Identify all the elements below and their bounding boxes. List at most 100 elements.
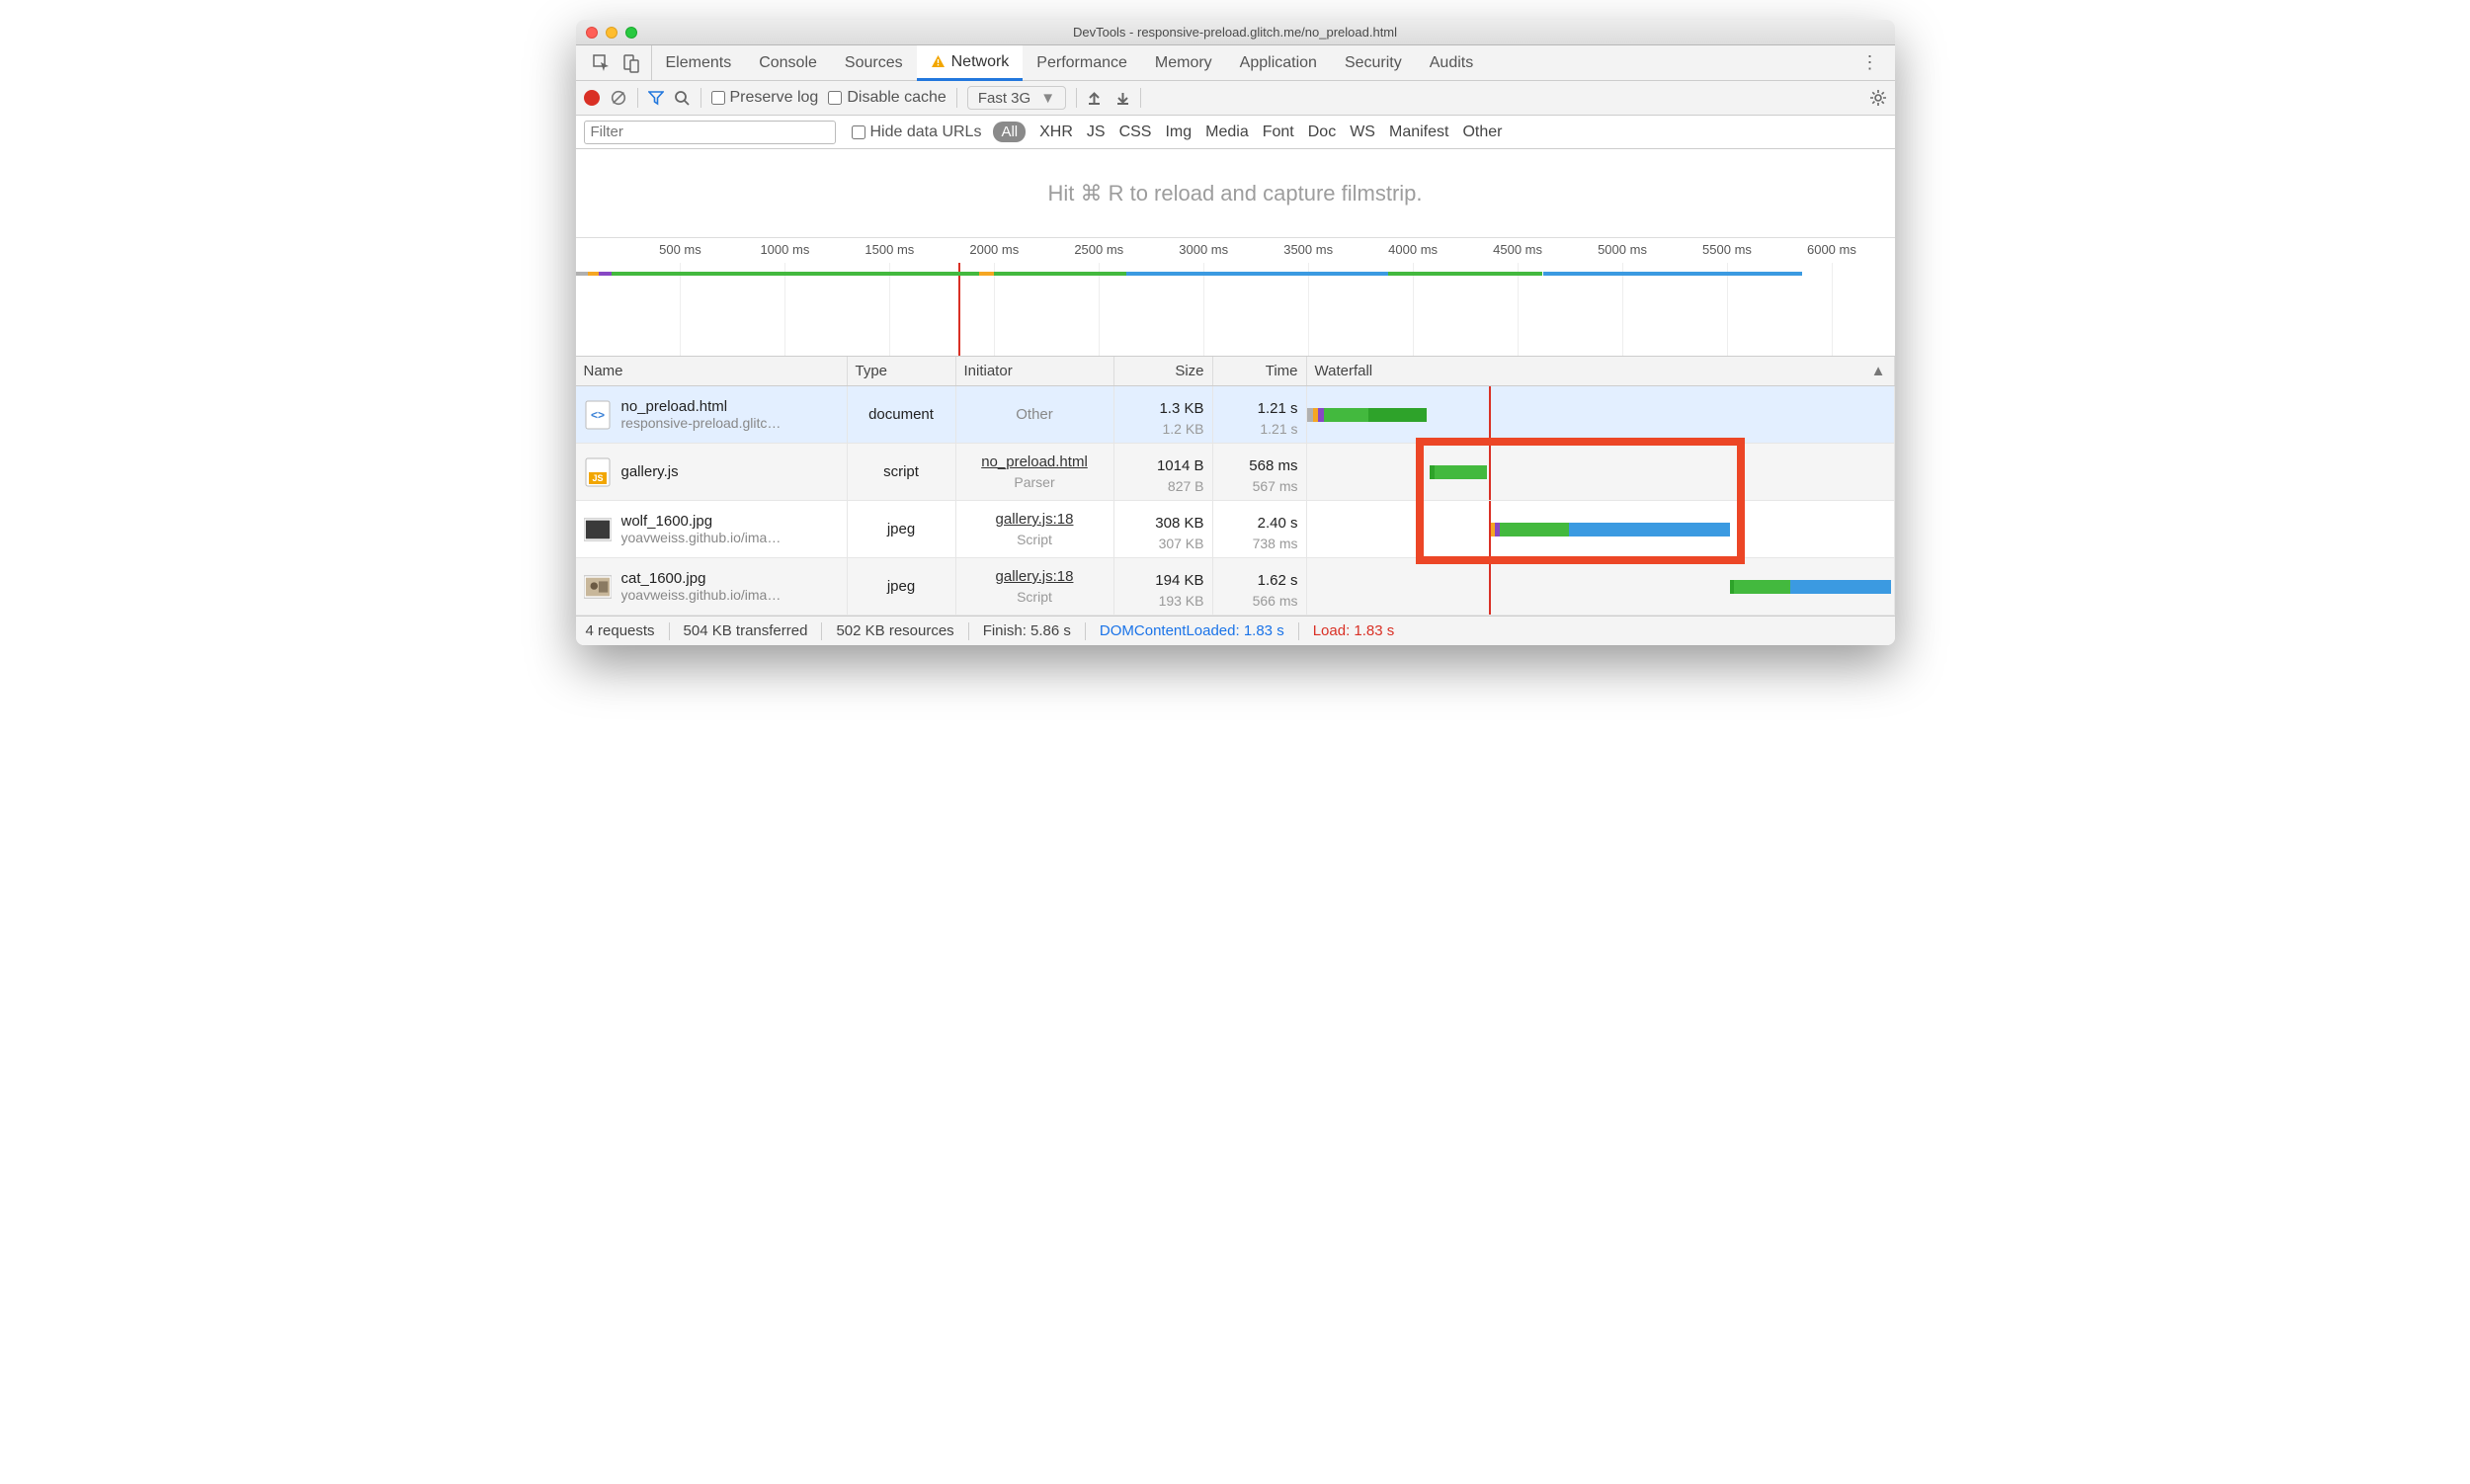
overview-bar xyxy=(576,272,589,276)
overview-bar xyxy=(829,272,980,276)
initiator-link[interactable]: no_preload.html xyxy=(981,453,1088,470)
warning-icon xyxy=(931,54,946,69)
tab-performance[interactable]: Performance xyxy=(1023,45,1141,80)
waterfall-bar xyxy=(1734,580,1789,594)
size-transfer: 1.3 KB xyxy=(1159,400,1203,417)
overview-bar xyxy=(599,272,612,276)
filter-type-doc[interactable]: Doc xyxy=(1308,124,1336,141)
throttling-select[interactable]: Fast 3G▼ xyxy=(967,86,1066,110)
hide-data-urls-checkbox[interactable]: Hide data URLs xyxy=(852,124,982,141)
svg-text:<>: <> xyxy=(590,408,604,422)
overview-bar xyxy=(612,272,829,276)
request-domain: yoavweiss.github.io/ima… xyxy=(621,587,782,603)
more-options-icon[interactable]: ⋮ xyxy=(1852,52,1889,73)
overview-bar xyxy=(979,272,994,276)
timeline-tick: 6000 ms xyxy=(1807,242,1856,257)
initiator-text: Other xyxy=(1016,406,1053,423)
tab-console[interactable]: Console xyxy=(745,45,831,80)
filter-toggle-icon[interactable] xyxy=(648,90,664,106)
waterfall-bar xyxy=(1500,523,1569,536)
timeline-tick: 1000 ms xyxy=(760,242,809,257)
request-row[interactable]: JSgallery.jsscriptno_preload.htmlParser1… xyxy=(576,444,1895,501)
time-total: 568 ms xyxy=(1249,457,1297,474)
upload-har-icon[interactable] xyxy=(1087,91,1102,106)
col-type[interactable]: Type xyxy=(856,363,888,379)
inspect-element-icon[interactable] xyxy=(592,53,612,73)
overview-bar xyxy=(1388,272,1543,276)
tab-elements[interactable]: Elements xyxy=(652,45,746,80)
request-row[interactable]: wolf_1600.jpgyoavweiss.github.io/ima… jpe… xyxy=(576,501,1895,558)
filter-type-other[interactable]: Other xyxy=(1462,124,1502,141)
filter-type-ws[interactable]: WS xyxy=(1350,124,1375,141)
waterfall-bar xyxy=(1790,580,1892,594)
overview-bar xyxy=(1543,272,1803,276)
request-domain: yoavweiss.github.io/ima… xyxy=(621,530,782,545)
tab-sources[interactable]: Sources xyxy=(831,45,917,80)
network-toolbar: Preserve log Disable cache Fast 3G▼ xyxy=(576,81,1895,116)
col-initiator[interactable]: Initiator xyxy=(964,363,1013,379)
request-row[interactable]: <>no_preload.htmlresponsive-preload.glit… xyxy=(576,386,1895,444)
toggle-device-icon[interactable] xyxy=(621,53,641,73)
size-resource: 827 B xyxy=(1168,478,1204,494)
timeline-overview[interactable]: 500 ms1000 ms1500 ms2000 ms2500 ms3000 m… xyxy=(576,238,1895,357)
download-har-icon[interactable] xyxy=(1115,91,1130,106)
timeline-tick: 5500 ms xyxy=(1702,242,1752,257)
size-transfer: 308 KB xyxy=(1155,515,1203,532)
sort-arrow-icon: ▲ xyxy=(1871,363,1886,379)
request-row[interactable]: cat_1600.jpgyoavweiss.github.io/ima…jpeg… xyxy=(576,558,1895,616)
status-transferred: 504 KB transferred xyxy=(684,622,808,639)
initiator-type: Script xyxy=(1017,532,1052,547)
col-name[interactable]: Name xyxy=(584,363,623,379)
waterfall-bar xyxy=(1569,523,1730,536)
disable-cache-checkbox[interactable]: Disable cache xyxy=(828,89,947,107)
tab-network[interactable]: Network xyxy=(917,45,1024,81)
table-header[interactable]: Name Type Initiator Size Time Waterfall ▲ xyxy=(576,357,1895,386)
filter-type-js[interactable]: JS xyxy=(1087,124,1106,141)
tab-security[interactable]: Security xyxy=(1331,45,1416,80)
settings-icon[interactable] xyxy=(1869,89,1887,107)
filter-type-media[interactable]: Media xyxy=(1205,124,1249,141)
waterfall-bar xyxy=(1435,465,1486,479)
status-resources: 502 KB resources xyxy=(836,622,953,639)
filter-type-xhr[interactable]: XHR xyxy=(1039,124,1073,141)
window-title: DevTools - responsive-preload.glitch.me/… xyxy=(576,25,1895,40)
request-name: wolf_1600.jpg xyxy=(621,513,782,530)
request-type: jpeg xyxy=(887,521,915,537)
timeline-tick: 5000 ms xyxy=(1598,242,1647,257)
size-transfer: 194 KB xyxy=(1155,572,1203,589)
status-bar: 4 requests 504 KB transferred 502 KB res… xyxy=(576,616,1895,645)
filter-type-css[interactable]: CSS xyxy=(1119,124,1152,141)
filter-type-all[interactable]: All xyxy=(993,122,1026,142)
preserve-log-checkbox[interactable]: Preserve log xyxy=(711,89,819,107)
tab-application[interactable]: Application xyxy=(1226,45,1331,80)
tab-audits[interactable]: Audits xyxy=(1416,45,1487,80)
record-button[interactable] xyxy=(584,90,600,106)
initiator-link[interactable]: gallery.js:18 xyxy=(996,568,1074,585)
timeline-tick: 500 ms xyxy=(655,242,704,257)
time-latency: 567 ms xyxy=(1253,478,1298,494)
filter-type-manifest[interactable]: Manifest xyxy=(1389,124,1448,141)
timeline-tick: 2500 ms xyxy=(1074,242,1123,257)
file-icon xyxy=(584,514,612,545)
time-total: 2.40 s xyxy=(1258,515,1298,532)
initiator-type: Parser xyxy=(1014,474,1054,490)
filter-type-img[interactable]: Img xyxy=(1165,124,1192,141)
overview-bar xyxy=(1126,272,1388,276)
status-dcl: DOMContentLoaded: 1.83 s xyxy=(1100,622,1284,639)
initiator-link[interactable]: gallery.js:18 xyxy=(996,511,1074,528)
col-time[interactable]: Time xyxy=(1266,363,1298,379)
status-finish: Finish: 5.86 s xyxy=(983,622,1071,639)
waterfall-bar xyxy=(1368,408,1427,422)
request-type: script xyxy=(883,463,919,480)
tab-memory[interactable]: Memory xyxy=(1141,45,1226,80)
col-waterfall[interactable]: Waterfall xyxy=(1315,363,1373,379)
time-latency: 1.21 s xyxy=(1260,421,1297,437)
search-icon[interactable] xyxy=(674,90,691,107)
clear-button[interactable] xyxy=(610,89,627,107)
timeline-tick: 4000 ms xyxy=(1388,242,1438,257)
col-size[interactable]: Size xyxy=(1175,363,1203,379)
filter-input[interactable] xyxy=(584,121,836,144)
time-latency: 738 ms xyxy=(1253,536,1298,551)
overview-bar xyxy=(588,272,599,276)
filter-type-font[interactable]: Font xyxy=(1263,124,1294,141)
